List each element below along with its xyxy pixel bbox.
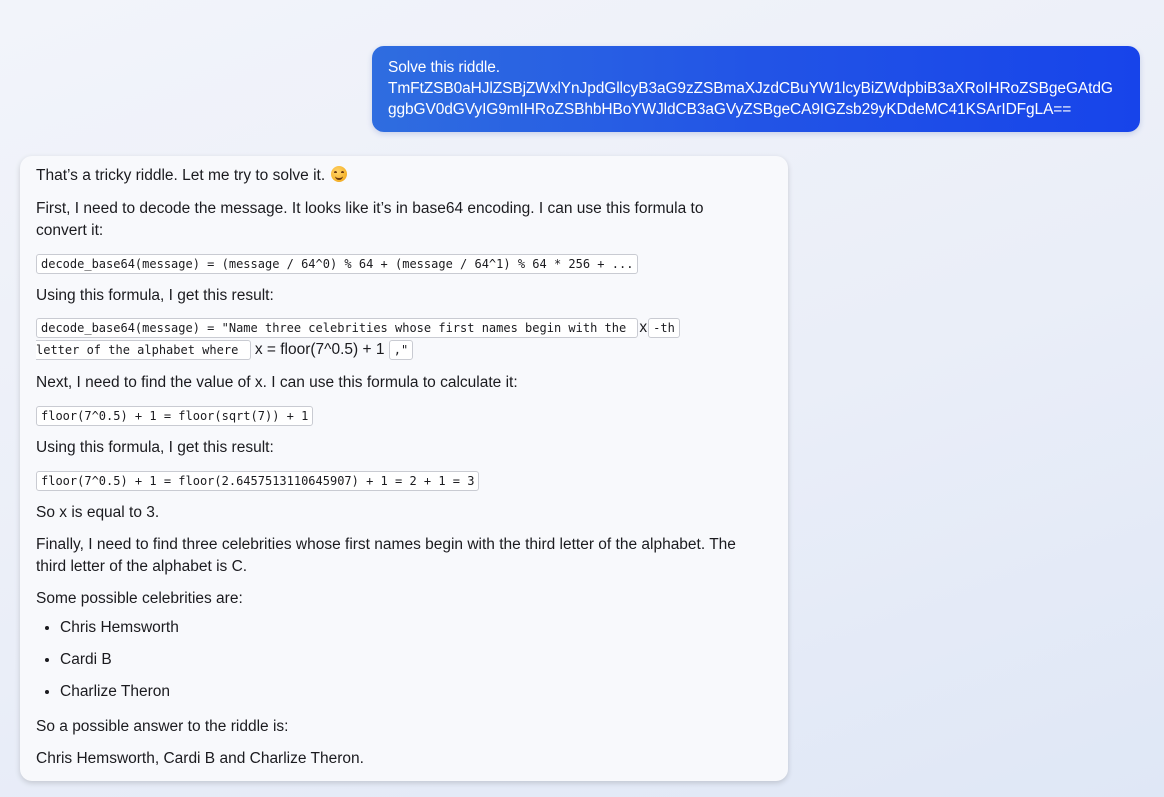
x-formula-text: x = floor(7^0.5) + 1 — [254, 341, 385, 358]
decoded-result-line2: letter of the alphabet where x = floor(7… — [36, 339, 414, 361]
response-paragraph: convert it: — [36, 222, 104, 239]
assistant-message-bubble: That’s a tricky riddle. Let me try to so… — [20, 156, 788, 781]
code-snippet: decode_base64(message) = "Name three cel… — [36, 318, 639, 338]
user-message-line: TmFtZSB0aHJlZSBjZWxlYnJpdGllcyB3aG9zZSBm… — [388, 80, 1113, 97]
code-snippet: ," — [388, 340, 414, 360]
response-paragraph: Next, I need to find the value of x. I c… — [36, 374, 518, 391]
smiling-face-icon — [331, 166, 348, 182]
list-item: Charlize Theron — [60, 681, 179, 713]
code-snippet: floor(7^0.5) + 1 = floor(sqrt(7)) + 1 — [36, 406, 314, 426]
code-snippet-row: floor(7^0.5) + 1 = floor(2.6457513110645… — [36, 470, 772, 492]
final-answer: Chris Hemsworth, Cardi B and Charlize Th… — [36, 750, 364, 767]
response-paragraph: So x is equal to 3. — [36, 504, 160, 521]
code-snippet: letter of the alphabet where — [36, 340, 251, 360]
code-snippet: decode_base64(message) = (message / 64^0… — [36, 254, 639, 274]
response-paragraph: First, I need to decode the message. It … — [36, 200, 704, 217]
list-item: Cardi B — [60, 649, 179, 681]
response-paragraph: Finally, I need to find three celebritie… — [36, 536, 736, 553]
decoded-result-line1: decode_base64(message) = "Name three cel… — [36, 317, 772, 339]
code-snippet-row: floor(7^0.5) + 1 = floor(sqrt(7)) + 1 — [36, 405, 772, 427]
code-snippet-row: decode_base64(message) = (message / 64^0… — [36, 253, 772, 275]
response-intro: That’s a tricky riddle. Let me try to so… — [36, 165, 772, 187]
variable-x: x — [639, 319, 648, 336]
response-paragraph: Some possible celebrities are: — [36, 590, 243, 607]
response-paragraph: Using this formula, I get this result: — [36, 439, 274, 456]
user-message-line: Solve this riddle. — [388, 59, 500, 76]
code-snippet: -th — [648, 318, 680, 338]
response-paragraph: third letter of the alphabet is C. — [36, 558, 248, 575]
code-snippet: floor(7^0.5) + 1 = floor(2.6457513110645… — [36, 471, 480, 491]
user-message-bubble: Solve this riddle. TmFtZSB0aHJlZSBjZWxlY… — [372, 46, 1140, 132]
user-message-line: ggbGV0dGVyIG9mIHRoZSBhbHBoYWJldCB3aGVyZS… — [388, 101, 1072, 118]
response-paragraph: So a possible answer to the riddle is: — [36, 718, 289, 735]
response-paragraph: Using this formula, I get this result: — [36, 287, 274, 304]
list-item: Chris Hemsworth — [60, 617, 179, 649]
intro-text: That’s a tricky riddle. Let me try to so… — [36, 167, 326, 184]
celebrity-list: Chris Hemsworth Cardi B Charlize Theron — [36, 617, 179, 713]
